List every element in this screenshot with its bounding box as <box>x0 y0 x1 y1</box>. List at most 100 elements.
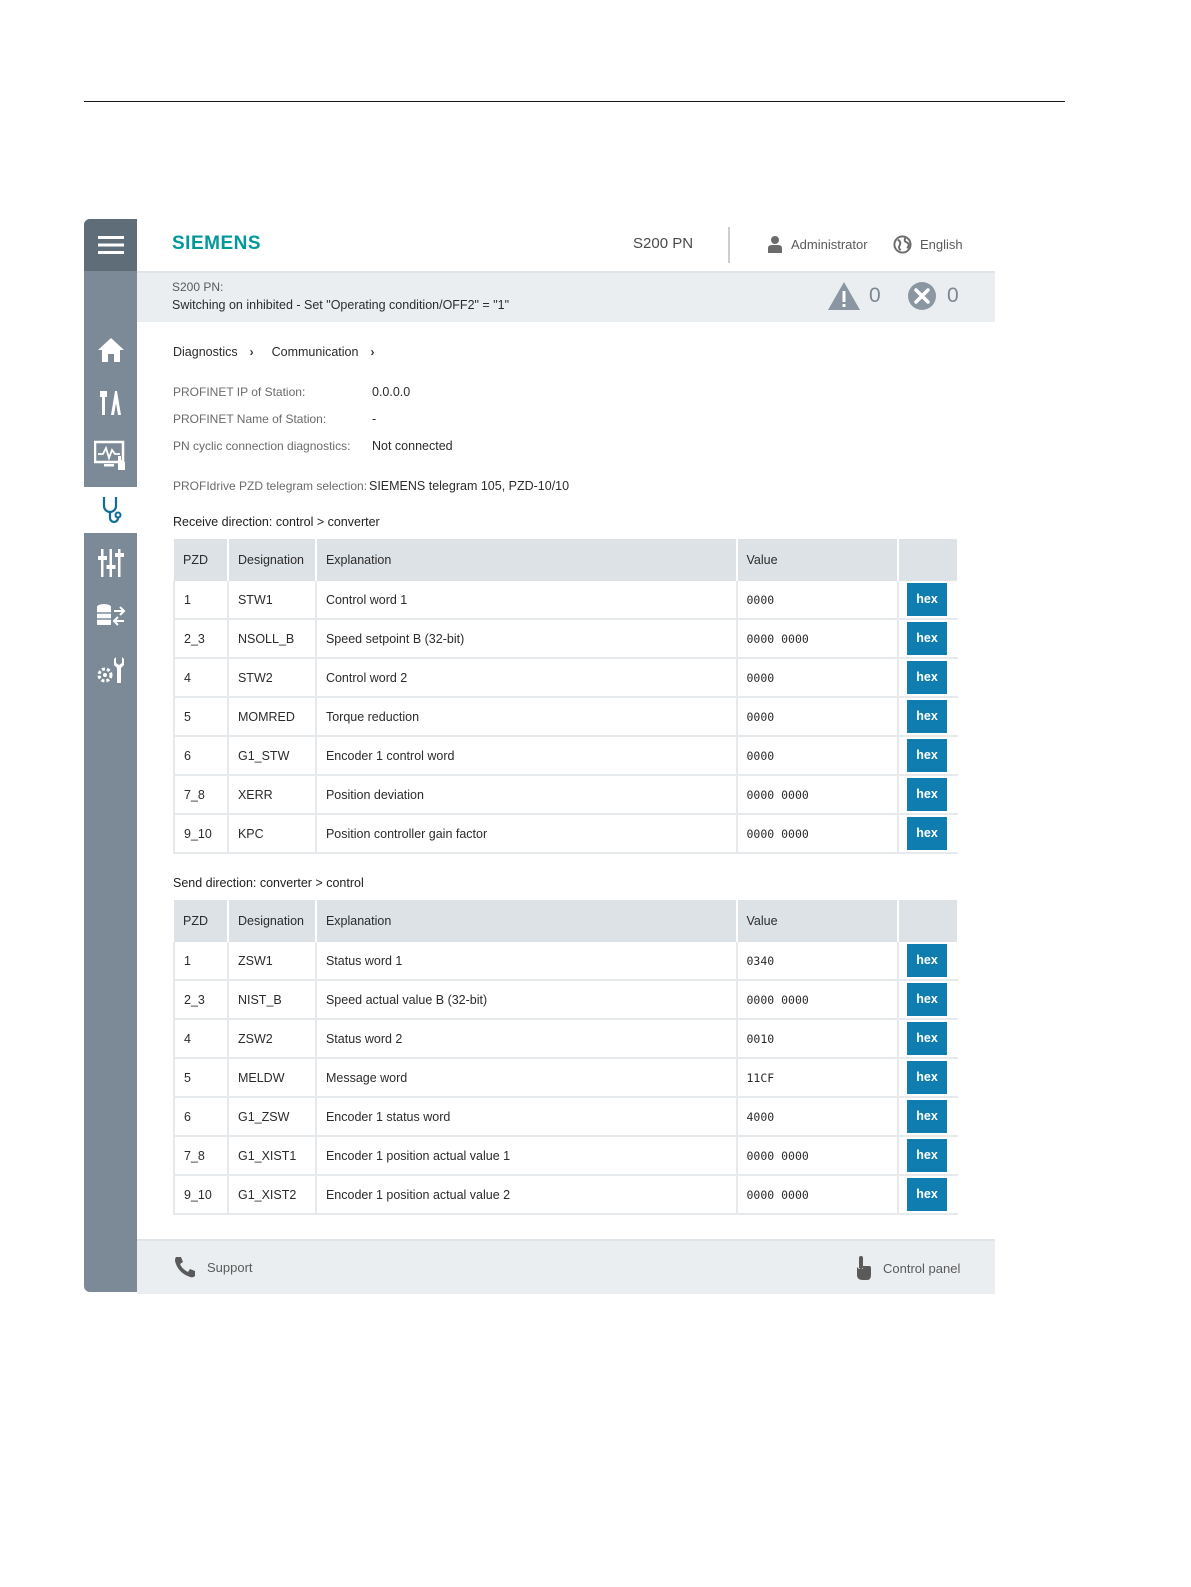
monitor-icon <box>93 440 125 470</box>
phone-icon <box>175 1257 195 1278</box>
action-cell: hex <box>898 581 958 620</box>
table-row: 1 ZSW1 Status word 1 0340 hex <box>173 942 958 981</box>
hex-button[interactable]: hex <box>907 983 948 1016</box>
col-action <box>898 539 959 581</box>
value-cell: 0000 <box>736 581 900 620</box>
telegram-label: PROFIdrive PZD telegram selection: <box>173 479 368 493</box>
hex-button[interactable]: hex <box>907 778 948 811</box>
hex-button[interactable]: hex <box>907 1139 948 1172</box>
support-label: Support <box>207 1259 253 1275</box>
table-row: 2_3 NSOLL_B Speed setpoint B (32-bit) 0000 … <box>173 619 958 659</box>
sidebar <box>84 219 137 1292</box>
control-panel-label: Control panel <box>883 1260 961 1276</box>
designation-cell: STW2 <box>227 658 317 698</box>
nav-monitoring[interactable] <box>84 433 137 479</box>
table-row: 2_3 NIST_B Speed actual value B (32-bit) 00… <box>173 980 958 1020</box>
explanation-cell: Speed actual value B (32-bit) <box>315 980 738 1020</box>
receive-table: PZD Designation Explanation Value 1 STW1 C… <box>173 539 959 854</box>
pzd-cell: 9_10 <box>173 814 229 854</box>
col-explanation: Explanation <box>315 539 738 581</box>
hex-button[interactable]: hex <box>907 700 948 733</box>
pzd-cell: 2_3 <box>173 980 229 1020</box>
nav-home[interactable] <box>84 327 137 373</box>
nav-parameters[interactable] <box>84 540 137 586</box>
nav-system[interactable] <box>84 647 137 693</box>
action-cell: hex <box>898 1058 958 1098</box>
info-label-connection: PN cyclic connection diagnostics: <box>173 439 351 453</box>
value-cell: 0000 0000 <box>736 775 900 815</box>
action-cell: hex <box>898 1097 958 1137</box>
device-name: S200 PN <box>633 235 694 252</box>
value-cell: 11CF <box>736 1058 900 1098</box>
designation-cell: G1_ZSW <box>227 1097 317 1137</box>
table-row: 6 G1_ZSW Encoder 1 status word 4000 hex <box>173 1097 958 1137</box>
control-panel-link[interactable]: Control panel <box>853 1255 960 1281</box>
hex-button[interactable]: hex <box>907 817 948 850</box>
hex-button[interactable]: hex <box>907 944 948 977</box>
language-label: English <box>920 237 963 252</box>
pzd-cell: 1 <box>173 581 229 620</box>
table-row: 7_8 G1_XIST1 Encoder 1 position actual val… <box>173 1136 958 1176</box>
value-cell: 0000 <box>736 658 900 698</box>
breadcrumb-communication[interactable]: Communication <box>272 345 359 359</box>
info-label-name: PROFINET Name of Station: <box>173 412 327 426</box>
nav-commissioning[interactable] <box>84 380 137 426</box>
explanation-cell: Status word 1 <box>315 942 738 981</box>
value-cell: 0340 <box>736 942 900 981</box>
stethoscope-icon <box>102 497 121 524</box>
nav-diagnostics[interactable] <box>84 487 137 533</box>
hex-button[interactable]: hex <box>907 1178 948 1211</box>
pzd-cell: 5 <box>173 697 229 737</box>
support-link[interactable]: Support <box>173 1255 253 1279</box>
value-cell: 0000 0000 <box>736 1175 900 1215</box>
menu-button[interactable] <box>84 219 137 271</box>
top-bar: SIEMENS S200 PN Administrator English <box>137 219 995 273</box>
hex-button[interactable]: hex <box>907 1022 948 1055</box>
hex-button[interactable]: hex <box>907 739 948 772</box>
errors-counter[interactable]: 0 <box>907 281 959 311</box>
breadcrumb: Diagnostics › Communication › <box>173 345 392 359</box>
table-row: 1 STW1 Control word 1 0000 hex <box>173 581 958 620</box>
nav-backup[interactable] <box>84 593 137 639</box>
receive-title: Receive direction: control > converter <box>173 515 380 529</box>
table-row: 5 MOMRED Torque reduction 0000 hex <box>173 697 958 737</box>
explanation-cell: Position controller gain factor <box>315 814 738 854</box>
error-icon <box>908 282 936 310</box>
explanation-cell: Status word 2 <box>315 1019 738 1059</box>
designation-cell: KPC <box>227 814 317 854</box>
sliders-icon <box>97 549 124 577</box>
designation-cell: ZSW1 <box>227 942 317 981</box>
warnings-counter[interactable]: 0 <box>827 281 881 311</box>
hex-button[interactable]: hex <box>907 1061 948 1094</box>
settings-wrench-icon <box>97 657 124 683</box>
designation-cell: G1_STW <box>227 736 317 776</box>
info-value-connection: Not connected <box>372 439 453 453</box>
send-table: PZD Designation Explanation Value 1 ZSW1 S… <box>173 900 959 1215</box>
explanation-cell: Control word 2 <box>315 658 738 698</box>
col-designation: Designation <box>227 900 317 942</box>
col-value: Value <box>736 900 900 942</box>
user-icon <box>768 236 782 253</box>
pzd-cell: 5 <box>173 1058 229 1098</box>
explanation-cell: Encoder 1 status word <box>315 1097 738 1137</box>
action-cell: hex <box>898 619 958 659</box>
explanation-cell: Control word 1 <box>315 581 738 620</box>
breadcrumb-diagnostics[interactable]: Diagnostics <box>173 345 238 359</box>
hex-button[interactable]: hex <box>907 622 948 655</box>
info-value-ip: 0.0.0.0 <box>372 385 411 399</box>
value-cell: 0010 <box>736 1019 900 1059</box>
user-menu[interactable]: Administrator <box>767 235 868 253</box>
telegram-value: SIEMENS telegram 105, PZD-10/10 <box>369 479 570 493</box>
home-icon <box>97 338 124 362</box>
hex-button[interactable]: hex <box>907 583 948 616</box>
designation-cell: XERR <box>227 775 317 815</box>
value-cell: 0000 <box>736 697 900 737</box>
col-value: Value <box>736 539 900 581</box>
language-selector[interactable]: English <box>893 235 963 254</box>
designation-cell: MOMRED <box>227 697 317 737</box>
action-cell: hex <box>898 980 958 1020</box>
hex-button[interactable]: hex <box>907 661 948 694</box>
explanation-cell: Torque reduction <box>315 697 738 737</box>
hex-button[interactable]: hex <box>907 1100 948 1133</box>
action-cell: hex <box>898 736 958 776</box>
